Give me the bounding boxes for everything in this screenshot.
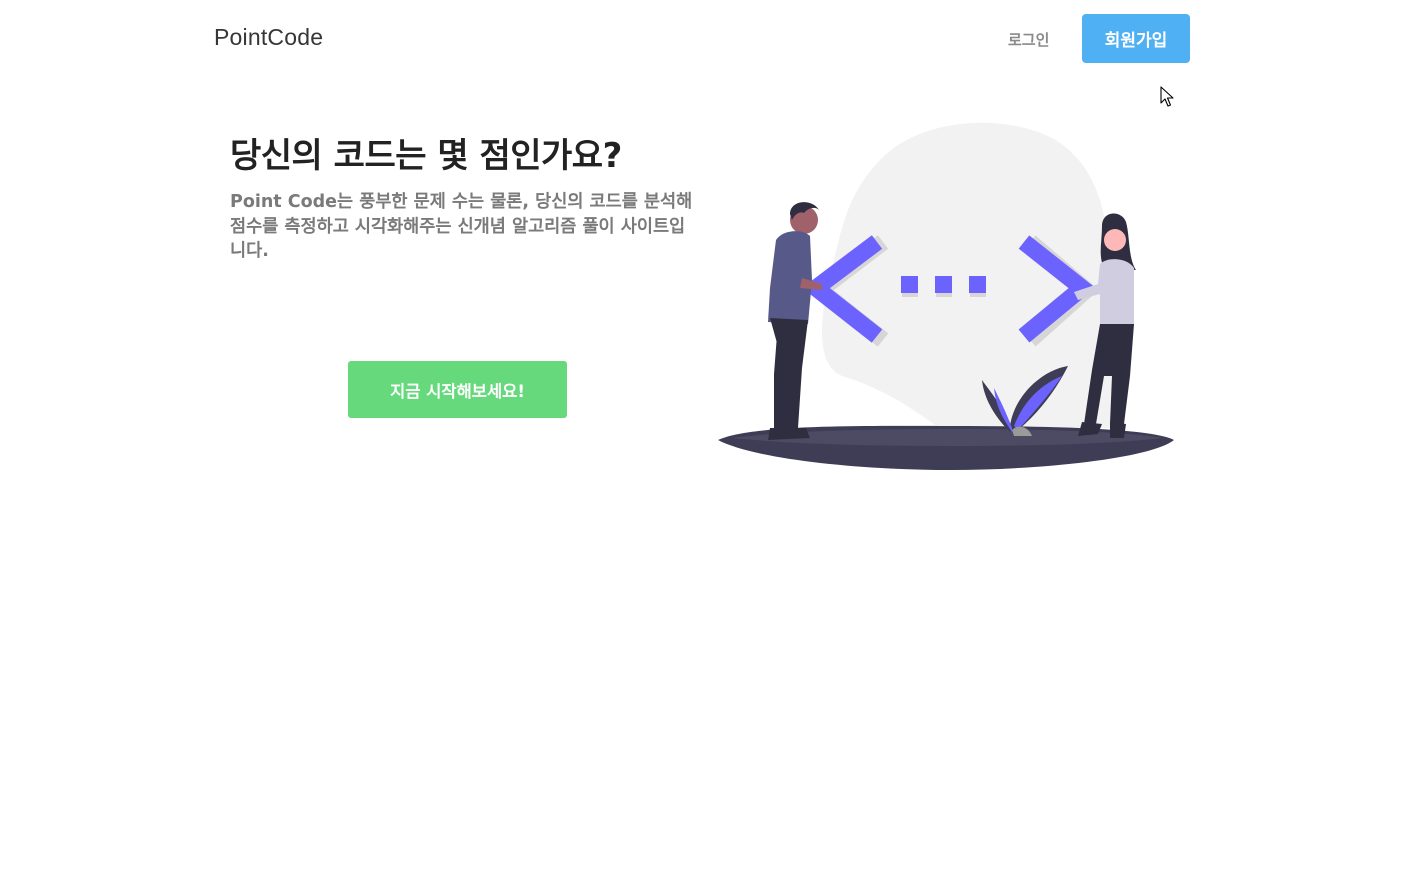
login-link[interactable]: 로그인: [1008, 29, 1049, 50]
signup-button[interactable]: 회원가입: [1082, 14, 1190, 63]
mouse-pointer-icon: [1160, 86, 1174, 107]
brand-logo[interactable]: PointCode: [214, 24, 323, 51]
hero-description: Point Code는 풍부한 문제 수는 물론, 당신의 코드를 분석해 점수…: [230, 192, 693, 261]
man-figure: [768, 202, 822, 440]
get-started-button[interactable]: 지금 시작해보세요!: [348, 361, 567, 418]
people-coding-illustration: [718, 122, 1174, 470]
hero-title: 당신의 코드는 몇 점인가요?: [230, 136, 622, 176]
navbar: PointCode 로그인 회원가입: [0, 0, 1404, 78]
